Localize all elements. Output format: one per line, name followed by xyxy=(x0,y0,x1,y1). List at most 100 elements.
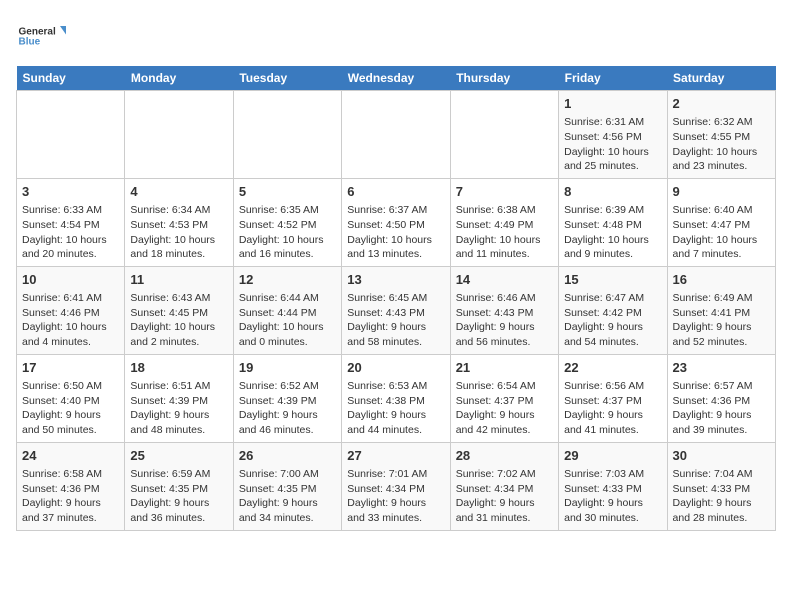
calendar-row: 17 Sunrise: 6:50 AM Sunset: 4:40 PM Dayli… xyxy=(17,354,776,442)
calendar-cell: 3 Sunrise: 6:33 AM Sunset: 4:54 PM Daylig… xyxy=(17,178,125,266)
weekday-header: Saturday xyxy=(667,66,775,91)
day-number: 9 xyxy=(673,183,770,201)
day-number: 2 xyxy=(673,95,770,113)
day-number: 24 xyxy=(22,447,119,465)
calendar-cell: 15Sunrise: 6:47 AM Sunset: 4:42 PM Dayli… xyxy=(559,266,667,354)
day-info: Sunrise: 7:04 AM Sunset: 4:33 PM Dayligh… xyxy=(673,467,770,526)
calendar-cell: 22 Sunrise: 6:56 AM Sunset: 4:37 PM Dayli… xyxy=(559,354,667,442)
day-info: Sunrise: 6:49 AM Sunset: 4:41 PM Dayligh… xyxy=(673,291,770,350)
day-info: Sunrise: 6:53 AM Sunset: 4:38 PM Dayligh… xyxy=(347,379,444,438)
weekday-header: Monday xyxy=(125,66,233,91)
day-number: 13 xyxy=(347,271,444,289)
calendar-cell xyxy=(17,91,125,179)
page-header: General Blue xyxy=(16,16,776,56)
calendar-cell: 13 Sunrise: 6:45 AM Sunset: 4:43 PM Dayli… xyxy=(342,266,450,354)
svg-text:General: General xyxy=(19,27,56,38)
calendar-cell: 11 Sunrise: 6:43 AM Sunset: 4:45 PM Dayli… xyxy=(125,266,233,354)
day-number: 18 xyxy=(130,359,227,377)
day-info: Sunrise: 6:34 AM Sunset: 4:53 PM Dayligh… xyxy=(130,203,227,262)
calendar-cell xyxy=(450,91,558,179)
day-number: 1 xyxy=(564,95,661,113)
day-info: Sunrise: 6:58 AM Sunset: 4:36 PM Dayligh… xyxy=(22,467,119,526)
day-info: Sunrise: 6:38 AM Sunset: 4:49 PM Dayligh… xyxy=(456,203,553,262)
day-info: Sunrise: 6:50 AM Sunset: 4:40 PM Dayligh… xyxy=(22,379,119,438)
day-info: Sunrise: 6:52 AM Sunset: 4:39 PM Dayligh… xyxy=(239,379,336,438)
day-number: 4 xyxy=(130,183,227,201)
logo: General Blue xyxy=(16,16,66,56)
day-number: 23 xyxy=(673,359,770,377)
calendar-cell: 23 Sunrise: 6:57 AM Sunset: 4:36 PM Dayli… xyxy=(667,354,775,442)
weekday-header: Wednesday xyxy=(342,66,450,91)
day-number: 5 xyxy=(239,183,336,201)
calendar-cell xyxy=(342,91,450,179)
calendar-cell: 6Sunrise: 6:37 AM Sunset: 4:50 PM Daylig… xyxy=(342,178,450,266)
day-info: Sunrise: 6:57 AM Sunset: 4:36 PM Dayligh… xyxy=(673,379,770,438)
calendar-body: 1 Sunrise: 6:31 AM Sunset: 4:56 PM Daylig… xyxy=(17,91,776,531)
calendar-cell xyxy=(233,91,341,179)
calendar-cell: 21Sunrise: 6:54 AM Sunset: 4:37 PM Dayli… xyxy=(450,354,558,442)
calendar-header: SundayMondayTuesdayWednesdayThursdayFrid… xyxy=(17,66,776,91)
day-number: 17 xyxy=(22,359,119,377)
day-number: 27 xyxy=(347,447,444,465)
calendar-cell: 29Sunrise: 7:03 AM Sunset: 4:33 PM Dayli… xyxy=(559,442,667,530)
day-number: 30 xyxy=(673,447,770,465)
day-info: Sunrise: 6:59 AM Sunset: 4:35 PM Dayligh… xyxy=(130,467,227,526)
calendar-cell: 5 Sunrise: 6:35 AM Sunset: 4:52 PM Daylig… xyxy=(233,178,341,266)
calendar-row: 24 Sunrise: 6:58 AM Sunset: 4:36 PM Dayli… xyxy=(17,442,776,530)
calendar-cell: 12 Sunrise: 6:44 AM Sunset: 4:44 PM Dayli… xyxy=(233,266,341,354)
calendar-table: SundayMondayTuesdayWednesdayThursdayFrid… xyxy=(16,66,776,531)
day-info: Sunrise: 6:43 AM Sunset: 4:45 PM Dayligh… xyxy=(130,291,227,350)
day-info: Sunrise: 6:54 AM Sunset: 4:37 PM Dayligh… xyxy=(456,379,553,438)
day-info: Sunrise: 7:02 AM Sunset: 4:34 PM Dayligh… xyxy=(456,467,553,526)
calendar-cell: 30 Sunrise: 7:04 AM Sunset: 4:33 PM Dayli… xyxy=(667,442,775,530)
calendar-cell: 17 Sunrise: 6:50 AM Sunset: 4:40 PM Dayli… xyxy=(17,354,125,442)
day-info: Sunrise: 7:03 AM Sunset: 4:33 PM Dayligh… xyxy=(564,467,661,526)
day-number: 26 xyxy=(239,447,336,465)
day-number: 11 xyxy=(130,271,227,289)
day-info: Sunrise: 6:40 AM Sunset: 4:47 PM Dayligh… xyxy=(673,203,770,262)
day-info: Sunrise: 6:31 AM Sunset: 4:56 PM Dayligh… xyxy=(564,115,661,174)
calendar-cell: 10 Sunrise: 6:41 AM Sunset: 4:46 PM Dayli… xyxy=(17,266,125,354)
day-number: 15 xyxy=(564,271,661,289)
day-number: 16 xyxy=(673,271,770,289)
day-info: Sunrise: 6:56 AM Sunset: 4:37 PM Dayligh… xyxy=(564,379,661,438)
day-number: 3 xyxy=(22,183,119,201)
day-number: 12 xyxy=(239,271,336,289)
calendar-cell: 4 Sunrise: 6:34 AM Sunset: 4:53 PM Daylig… xyxy=(125,178,233,266)
day-info: Sunrise: 6:39 AM Sunset: 4:48 PM Dayligh… xyxy=(564,203,661,262)
calendar-cell: 20 Sunrise: 6:53 AM Sunset: 4:38 PM Dayli… xyxy=(342,354,450,442)
calendar-cell: 26Sunrise: 7:00 AM Sunset: 4:35 PM Dayli… xyxy=(233,442,341,530)
day-number: 20 xyxy=(347,359,444,377)
logo-svg: General Blue xyxy=(16,16,66,56)
calendar-cell: 19 Sunrise: 6:52 AM Sunset: 4:39 PM Dayli… xyxy=(233,354,341,442)
weekday-header: Friday xyxy=(559,66,667,91)
day-number: 22 xyxy=(564,359,661,377)
weekday-row: SundayMondayTuesdayWednesdayThursdayFrid… xyxy=(17,66,776,91)
calendar-cell: 1 Sunrise: 6:31 AM Sunset: 4:56 PM Daylig… xyxy=(559,91,667,179)
day-number: 14 xyxy=(456,271,553,289)
day-info: Sunrise: 6:33 AM Sunset: 4:54 PM Dayligh… xyxy=(22,203,119,262)
calendar-cell: 7 Sunrise: 6:38 AM Sunset: 4:49 PM Daylig… xyxy=(450,178,558,266)
calendar-cell xyxy=(125,91,233,179)
day-number: 7 xyxy=(456,183,553,201)
weekday-header: Sunday xyxy=(17,66,125,91)
day-number: 6 xyxy=(347,183,444,201)
day-number: 10 xyxy=(22,271,119,289)
calendar-cell: 18Sunrise: 6:51 AM Sunset: 4:39 PM Dayli… xyxy=(125,354,233,442)
calendar-cell: 28 Sunrise: 7:02 AM Sunset: 4:34 PM Dayli… xyxy=(450,442,558,530)
day-number: 28 xyxy=(456,447,553,465)
calendar-cell: 27Sunrise: 7:01 AM Sunset: 4:34 PM Dayli… xyxy=(342,442,450,530)
calendar-cell: 16 Sunrise: 6:49 AM Sunset: 4:41 PM Dayli… xyxy=(667,266,775,354)
calendar-cell: 2Sunrise: 6:32 AM Sunset: 4:55 PM Daylig… xyxy=(667,91,775,179)
day-info: Sunrise: 6:35 AM Sunset: 4:52 PM Dayligh… xyxy=(239,203,336,262)
day-info: Sunrise: 6:46 AM Sunset: 4:43 PM Dayligh… xyxy=(456,291,553,350)
day-info: Sunrise: 6:41 AM Sunset: 4:46 PM Dayligh… xyxy=(22,291,119,350)
calendar-row: 10 Sunrise: 6:41 AM Sunset: 4:46 PM Dayli… xyxy=(17,266,776,354)
calendar-cell: 25Sunrise: 6:59 AM Sunset: 4:35 PM Dayli… xyxy=(125,442,233,530)
day-info: Sunrise: 6:44 AM Sunset: 4:44 PM Dayligh… xyxy=(239,291,336,350)
day-info: Sunrise: 6:45 AM Sunset: 4:43 PM Dayligh… xyxy=(347,291,444,350)
calendar-cell: 24 Sunrise: 6:58 AM Sunset: 4:36 PM Dayli… xyxy=(17,442,125,530)
calendar-cell: 9 Sunrise: 6:40 AM Sunset: 4:47 PM Daylig… xyxy=(667,178,775,266)
day-number: 19 xyxy=(239,359,336,377)
weekday-header: Thursday xyxy=(450,66,558,91)
